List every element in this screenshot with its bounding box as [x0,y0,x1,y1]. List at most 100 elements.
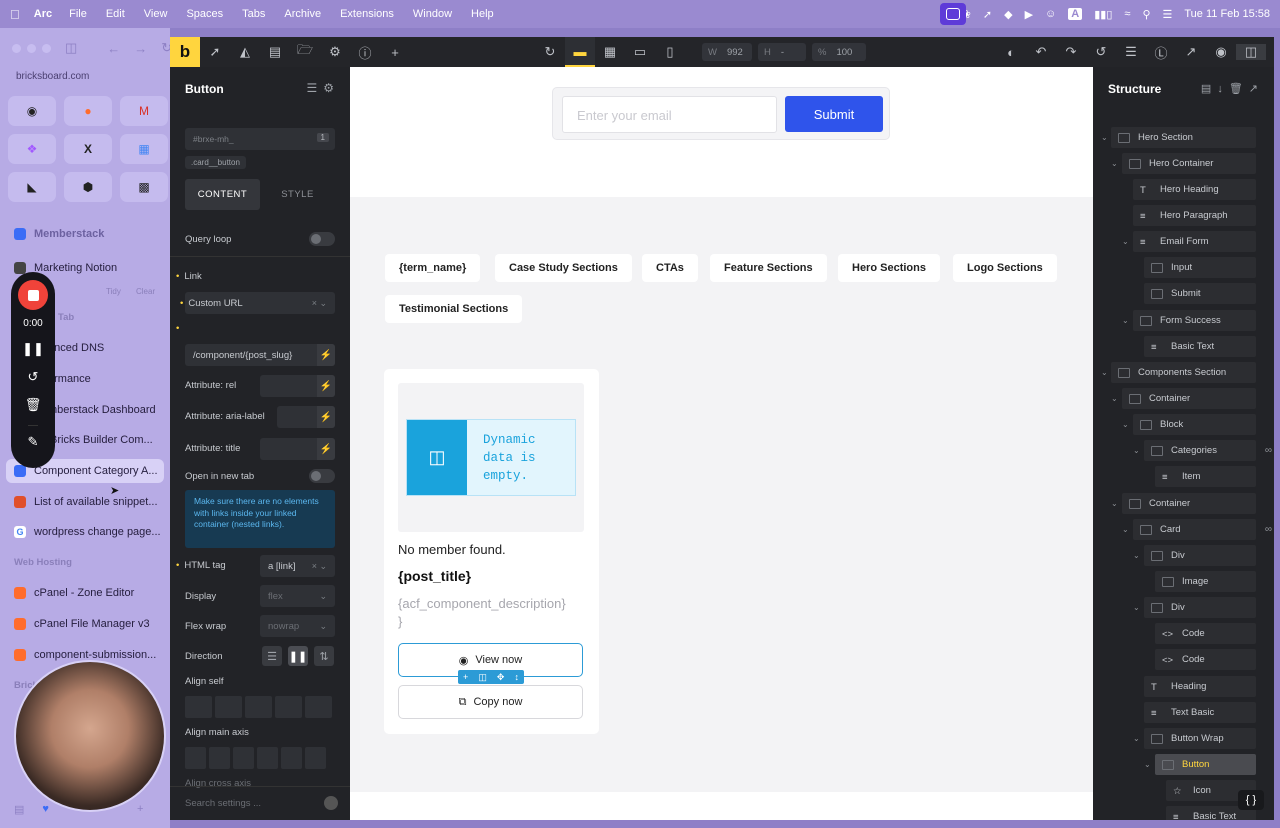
menu-window[interactable]: Window [413,8,452,20]
structure-node[interactable]: Button Wrap [1144,728,1256,749]
structure-node-selected[interactable]: Button [1155,754,1256,775]
structure-node[interactable]: Image [1155,571,1256,592]
add-icon[interactable]: + [380,45,410,60]
tab-snippets[interactable]: List of available snippet... [6,490,164,514]
category-pill[interactable]: Case Study Sections [495,254,632,282]
app-name[interactable]: Arc [34,8,52,20]
tab-wordpress-search[interactable]: Gwordpress change page... [6,520,164,544]
justify-between-icon[interactable] [257,747,278,769]
apple-icon[interactable]:  [10,7,20,22]
category-pill[interactable]: Logo Sections [953,254,1057,282]
justify-end-icon[interactable] [233,747,254,769]
user-icon[interactable]: ☺ [1045,8,1056,20]
resize-icon[interactable]: ↕ [514,672,519,682]
fav-icon[interactable]: ⬢ [64,172,112,202]
space-icon[interactable]: ♥ [42,803,49,815]
query-loop-toggle[interactable] [309,232,335,246]
input-source-icon[interactable]: A [1068,8,1083,20]
submit-button[interactable]: Submit [785,96,883,132]
figma-icon[interactable]: ❖ [8,134,56,164]
restart-icon[interactable]: ↺ [28,369,39,385]
structure-node[interactable]: <> Code [1155,623,1256,644]
structure-node[interactable]: <> Code [1155,649,1256,670]
structure-node[interactable]: ≡ Hero Paragraph [1133,205,1256,226]
structure-toggle-icon[interactable]: ◫ [1236,44,1266,60]
dynamic-data-icon[interactable]: ⚡ [317,406,335,428]
external-link-icon[interactable]: ↗ [1176,44,1206,60]
structure-node[interactable]: ≡ Item [1155,466,1256,487]
settings-search[interactable]: Search settings ... [170,786,350,820]
mobile-icon[interactable]: ▯ [655,37,685,67]
undo-icon[interactable]: ↶ [1026,44,1056,60]
justify-evenly-icon[interactable] [305,747,326,769]
pages-icon[interactable]: ▤ [260,44,290,60]
structure-node[interactable]: Card [1133,519,1256,540]
direction-column-icon[interactable]: ☰ [262,646,282,666]
play-icon[interactable]: ▶ [1025,8,1033,21]
calendar-icon[interactable]: ▦ [120,134,168,164]
history-icon[interactable]: ↺ [1086,44,1116,60]
structure-node[interactable]: Submit [1144,283,1256,304]
tab-memberstack[interactable]: Memberstack [6,222,164,246]
dynamic-data-icon[interactable]: ⚡ [317,438,335,460]
element-handle[interactable]: + ◫ ✥ ↕ [458,670,524,684]
width-input[interactable]: W 992 [702,43,752,61]
direction-row-icon[interactable]: ❚❚ [288,646,308,666]
zoom-input[interactable]: % 100 [812,43,866,61]
tab-dns[interactable]: anced DNS [48,336,164,360]
trash-icon[interactable]: 🗑 [25,397,42,413]
menu-edit[interactable]: Edit [106,8,125,20]
menu-view[interactable]: View [144,8,168,20]
structure-node[interactable]: Container [1122,388,1256,409]
back-icon[interactable]: ← [107,41,120,56]
menu-archive[interactable]: Archive [284,8,321,20]
add-icon[interactable]: + [463,672,468,682]
tab-memberstack-dashboard[interactable]: mberstack Dashboard [48,398,164,422]
structure-node[interactable]: Hero Container [1122,153,1256,174]
select-icon[interactable]: ➚ [200,44,230,60]
align-center-icon[interactable] [215,696,242,718]
html-tag-select[interactable]: a [link] × ⌄ [260,555,335,577]
structure-node[interactable]: Form Success [1133,310,1256,331]
structure-node[interactable]: T Hero Heading [1133,179,1256,200]
dynamic-data-icon[interactable]: ⚡ [317,344,335,366]
menu-spaces[interactable]: Spaces [186,8,223,20]
tab-content[interactable]: CONTENT [185,179,260,210]
tablet-icon[interactable]: ▭ [625,37,655,67]
cursor-icon[interactable]: ➚ [983,8,992,21]
preview-icon[interactable]: ◉ [1206,44,1236,60]
gmail-icon[interactable]: M [120,96,168,126]
tab-performance[interactable]: ormance [48,367,164,391]
stop-record-button[interactable] [18,280,48,310]
fav-icon[interactable]: ▩ [120,172,168,202]
tab-cpanel-zone[interactable]: cPanel - Zone Editor [6,581,164,605]
minimize-dot[interactable] [27,43,36,53]
sync-icon[interactable]: ↻ [535,37,565,67]
justify-start-icon[interactable] [185,747,206,769]
url-bar[interactable]: bricksboard.com [16,71,89,82]
new-tab-toggle[interactable] [309,469,335,483]
fav-icon[interactable]: ● [64,96,112,126]
theme-icon[interactable]: ◐ [996,45,1026,60]
columns-icon[interactable]: ◫ [478,672,487,683]
url-input[interactable]: /component/{post_slug} [185,344,335,366]
gear-icon[interactable] [324,796,338,810]
forward-icon[interactable]: → [134,41,147,56]
fav-icon[interactable]: ◣ [8,172,56,202]
pause-icon[interactable]: ❚❚ [22,341,44,357]
code-braces-icon[interactable]: { } [1238,790,1264,810]
email-input[interactable]: Enter your email [562,96,777,133]
structure-node[interactable]: ≡ Text Basic [1144,702,1256,723]
structure-node[interactable]: T Heading [1144,676,1256,697]
layers-icon[interactable]: ☰ [1116,44,1146,60]
panel-header-icons[interactable]: ☰⚙ [306,81,340,95]
link-type-select[interactable]: • Custom URL × ⌄ [180,292,335,314]
fav-icon[interactable]: ◉ [8,96,56,126]
justify-around-icon[interactable] [281,747,302,769]
copy-now-button[interactable]: ⧉ Copy now [398,685,583,719]
menu-extensions[interactable]: Extensions [340,8,394,20]
folder-icon[interactable]: 🗁 [290,41,320,63]
sidebar-toggle-icon[interactable]: ◫ [65,40,77,56]
pen-icon[interactable]: ✎ [27,425,39,450]
align-stretch-icon[interactable] [275,696,302,718]
